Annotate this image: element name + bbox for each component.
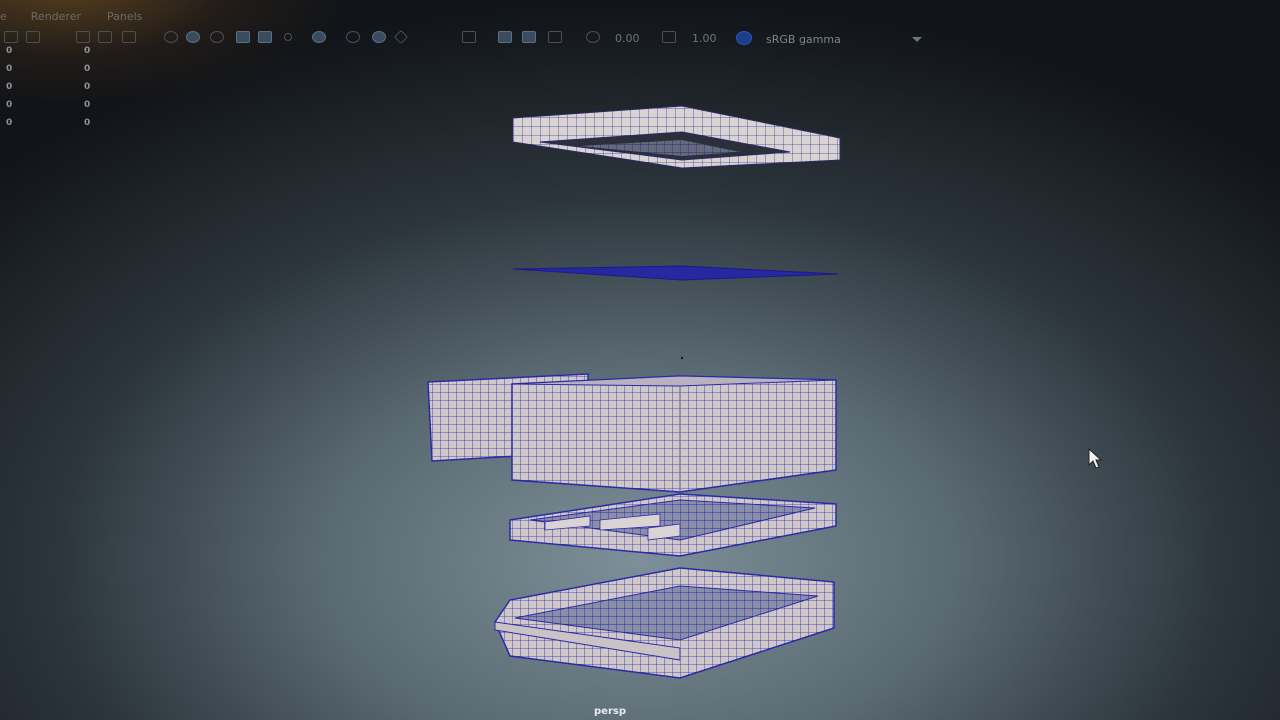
- mesh-tray[interactable]: [509, 493, 837, 557]
- pivot-point: [680, 356, 684, 360]
- viewport-panel[interactable]: e Renderer Panels 0.00 1.00 sRGB gamma 0: [0, 0, 1280, 720]
- scene-meshes: [427, 105, 841, 679]
- camera-name-label: persp: [594, 706, 626, 717]
- mouse-pointer-icon: [1088, 448, 1103, 469]
- mesh-main-box[interactable]: [511, 375, 837, 493]
- mesh-thin-panel[interactable]: [512, 265, 839, 281]
- mesh-top-frame[interactable]: [512, 105, 841, 169]
- mesh-base[interactable]: [494, 567, 835, 679]
